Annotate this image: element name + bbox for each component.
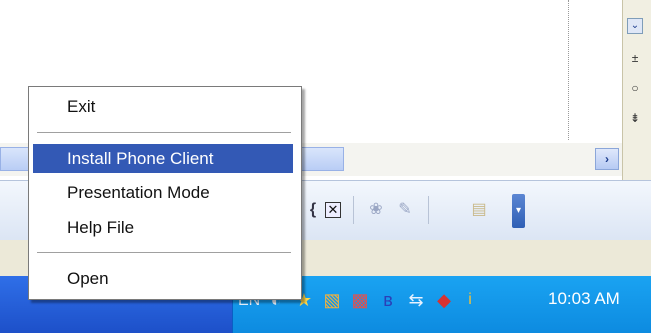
close-box-icon[interactable]: ✕ [320, 198, 346, 222]
toolbar-overflow-icon[interactable]: ▾ [512, 194, 525, 228]
palette-icon[interactable]: ▧ [318, 287, 346, 313]
menu-item-install-phone-client[interactable]: Install Phone Client [33, 144, 293, 173]
clock[interactable]: 10:03 AM [548, 285, 651, 313]
chevron-down-icon[interactable]: ⌄ [627, 18, 643, 34]
menu-separator [37, 252, 291, 254]
toolbar-separator [428, 196, 429, 224]
menu-item-open[interactable]: Open [33, 264, 293, 293]
toolbar-separator [353, 196, 354, 224]
arrow-icon[interactable]: ⇟ [628, 110, 642, 126]
audio-icon[interactable]: ◆ [430, 287, 458, 313]
folder-icon[interactable]: ▤ [466, 198, 492, 222]
scroll-right-button[interactable]: › [595, 148, 619, 170]
plus-icon[interactable]: ± [628, 50, 642, 66]
pencil-icon[interactable]: ✎ [392, 198, 418, 222]
menu-item-exit[interactable]: Exit [33, 92, 293, 121]
usb-icon[interactable]: ⇆ [402, 287, 430, 313]
info-icon[interactable]: i [456, 287, 484, 313]
margin-guide [568, 0, 569, 140]
menu-separator [37, 132, 291, 134]
menu-item-presentation-mode[interactable]: Presentation Mode [33, 178, 293, 207]
paint-icon[interactable]: ❀ [363, 198, 389, 222]
circle-icon[interactable]: ○ [628, 80, 642, 96]
flag-icon[interactable]: ▩ [346, 287, 374, 313]
bluetooth-icon[interactable]: ʙ [374, 287, 402, 313]
menu-item-help-file[interactable]: Help File [33, 213, 293, 242]
